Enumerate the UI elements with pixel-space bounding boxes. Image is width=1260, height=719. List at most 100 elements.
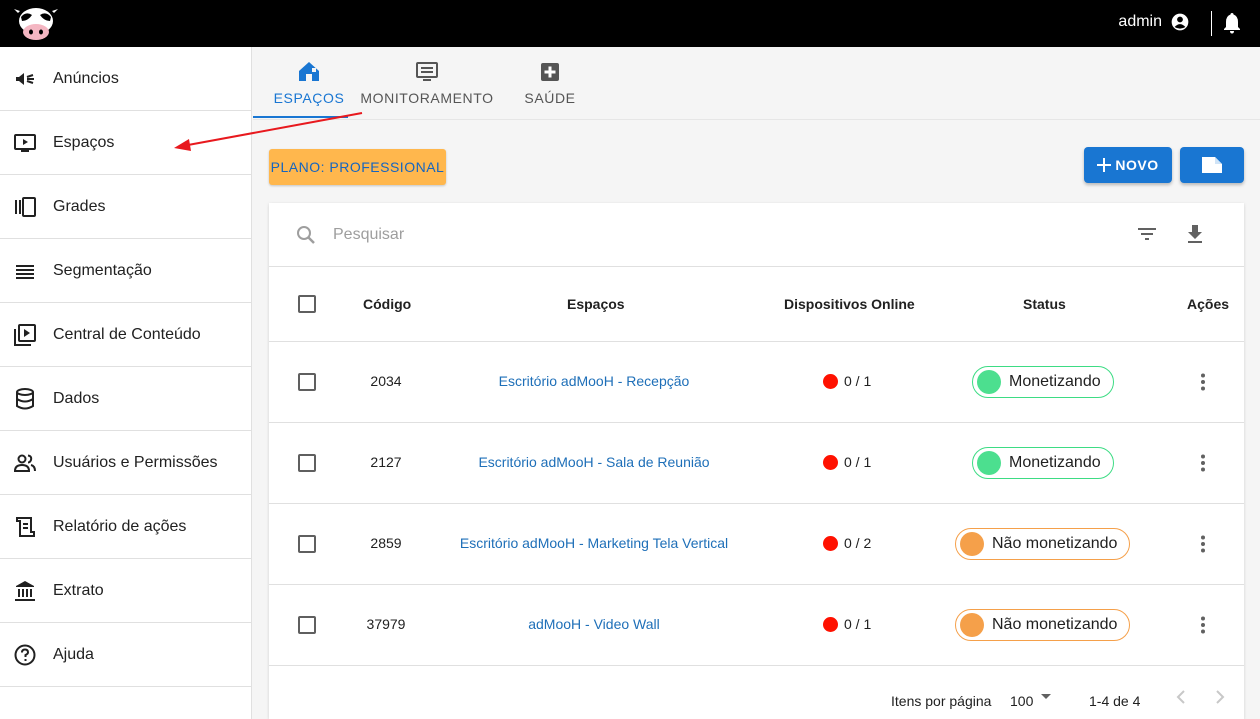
table-header: Código Espaços Dispositivos Online Statu… (269, 267, 1244, 342)
spaces-table-card: Código Espaços Dispositivos Online Statu… (269, 203, 1244, 719)
sidebar-item-central-de-conteudo[interactable]: Central de Conteúdo (0, 303, 251, 367)
row-space-link[interactable]: Escritório adMooH - Marketing Tela Verti… (419, 535, 769, 551)
notification-bell-icon[interactable] (1222, 12, 1242, 34)
row-code: 2859 (370, 535, 402, 551)
table-row: 2859 Escritório adMooH - Marketing Tela … (269, 504, 1244, 585)
list-lines-icon (16, 264, 34, 279)
tab-bar: ESPAÇOS MONITORAMENTO SAÚDE (253, 47, 1260, 120)
more-vert-icon[interactable] (1191, 613, 1215, 637)
more-vert-icon[interactable] (1191, 451, 1215, 475)
sidebar-item-anuncios[interactable]: Anúncios (0, 47, 251, 111)
table-row: 37979 adMooH - Video Wall 0 / 1 Não mone… (269, 585, 1244, 666)
row-checkbox[interactable] (298, 535, 316, 553)
header-devices-online: Dispositivos Online (784, 296, 915, 312)
user-menu[interactable]: admin (1118, 12, 1190, 32)
offline-status-dot (823, 535, 838, 551)
tab-label: SAÚDE (524, 90, 576, 106)
more-vert-icon[interactable] (1191, 532, 1215, 556)
download-icon[interactable] (1183, 222, 1207, 246)
tab-espacos[interactable]: ESPAÇOS (269, 47, 349, 119)
status-dot (960, 613, 984, 637)
header-actions: Ações (1187, 296, 1230, 312)
pagination-range: 1-4 de 4 (1089, 693, 1141, 709)
sidebar-item-usuarios-e-permissoes[interactable]: Usuários e Permissões (0, 431, 251, 495)
user-name: admin (1118, 13, 1162, 30)
sidebar-item-relatorio-de-acoes[interactable]: Relatório de ações (0, 495, 251, 559)
people-icon (13, 454, 36, 472)
items-per-page-label: Itens por página (891, 693, 992, 709)
status-badge: Não monetizando (955, 528, 1131, 560)
devices-count: 0 / 1 (844, 454, 872, 470)
sidebar-item-grades[interactable]: Grades (0, 175, 251, 239)
row-checkbox[interactable] (298, 454, 316, 472)
plus-square-icon (541, 63, 559, 81)
tab-label: ESPAÇOS (273, 90, 345, 106)
new-button-label: NOVO (1115, 157, 1159, 173)
status-text: Monetizando (1009, 373, 1101, 390)
account-circle-icon (1171, 13, 1189, 31)
status-badge: Monetizando (972, 366, 1114, 398)
plus-icon (1097, 158, 1112, 172)
row-code: 2034 (370, 373, 402, 389)
monitor-icon (416, 62, 438, 81)
offline-status-dot (823, 373, 838, 389)
row-checkbox[interactable] (298, 616, 316, 634)
devices-count: 0 / 1 (844, 616, 872, 632)
items-per-page-select[interactable]: 100 (1010, 693, 1033, 709)
sidebar-item-ajuda[interactable]: Ajuda (0, 623, 251, 687)
filter-icon[interactable] (1135, 222, 1159, 246)
table-row: 2127 Escritório adMooH - Sala de Reunião… (269, 423, 1244, 504)
row-space-link[interactable]: adMooH - Video Wall (419, 616, 769, 632)
devices-count: 0 / 1 (844, 373, 872, 389)
topbar-divider (1211, 11, 1212, 36)
tab-monitoramento[interactable]: MONITORAMENTO (360, 47, 494, 119)
database-icon (16, 387, 34, 409)
sidebar-item-dados[interactable]: Dados (0, 367, 251, 431)
sidebar-item-extrato[interactable]: Extrato (0, 559, 251, 623)
header-code: Código (363, 296, 412, 312)
status-text: Não monetizando (992, 535, 1118, 552)
row-space-link[interactable]: Escritório adMooH - Sala de Reunião (419, 454, 769, 470)
tab-active-indicator (253, 116, 348, 118)
search-bar (269, 203, 1244, 267)
chevron-left-icon[interactable] (1169, 685, 1193, 709)
sidebar-item-label: Relatório de ações (53, 517, 187, 535)
sidebar-item-label: Anúncios (53, 69, 119, 87)
sidebar-item-label: Extrato (53, 581, 104, 599)
search-input[interactable] (333, 221, 1033, 249)
status-dot (977, 370, 1001, 394)
sidebar-item-label: Usuários e Permissões (53, 453, 218, 471)
status-badge: Monetizando (972, 447, 1114, 479)
sidebar-item-label: Central de Conteúdo (53, 325, 201, 343)
sidebar-item-segmentacao[interactable]: Segmentação (0, 239, 251, 303)
select-all-checkbox[interactable] (298, 295, 316, 313)
sidebar-item-label: Grades (53, 197, 106, 215)
table-row: 2034 Escritório adMooH - Recepção 0 / 1 … (269, 342, 1244, 423)
cow-logo-icon[interactable] (12, 5, 60, 43)
header-spaces: Espaços (567, 296, 625, 312)
help-icon (14, 644, 36, 665)
home-icon (299, 62, 319, 81)
sidebar-item-espacos[interactable]: Espaços (0, 111, 251, 175)
caret-down-icon[interactable] (1039, 690, 1053, 704)
row-checkbox[interactable] (298, 373, 316, 391)
status-badge: Não monetizando (955, 609, 1131, 641)
chevron-right-icon[interactable] (1208, 685, 1232, 709)
row-devices-online: 0 / 1 (823, 373, 871, 389)
sidebar-item-label: Dados (53, 389, 100, 407)
new-button[interactable]: NOVO (1084, 147, 1172, 183)
row-devices-online: 0 / 2 (823, 535, 871, 551)
tab-label: MONITORAMENTO (360, 90, 494, 106)
status-text: Monetizando (1009, 454, 1101, 471)
note-icon (1202, 157, 1222, 173)
row-space-link[interactable]: Escritório adMooH - Recepção (419, 373, 769, 389)
status-dot (960, 532, 984, 556)
plan-badge: PLANO: PROFESSIONAL (269, 149, 446, 185)
more-vert-icon[interactable] (1191, 370, 1215, 394)
row-devices-online: 0 / 1 (823, 616, 871, 632)
note-button[interactable] (1180, 147, 1244, 183)
row-devices-online: 0 / 1 (823, 454, 871, 470)
tab-saude[interactable]: SAÚDE (521, 47, 579, 119)
offline-status-dot (823, 454, 838, 470)
sidebar-item-label: Espaços (53, 133, 115, 151)
